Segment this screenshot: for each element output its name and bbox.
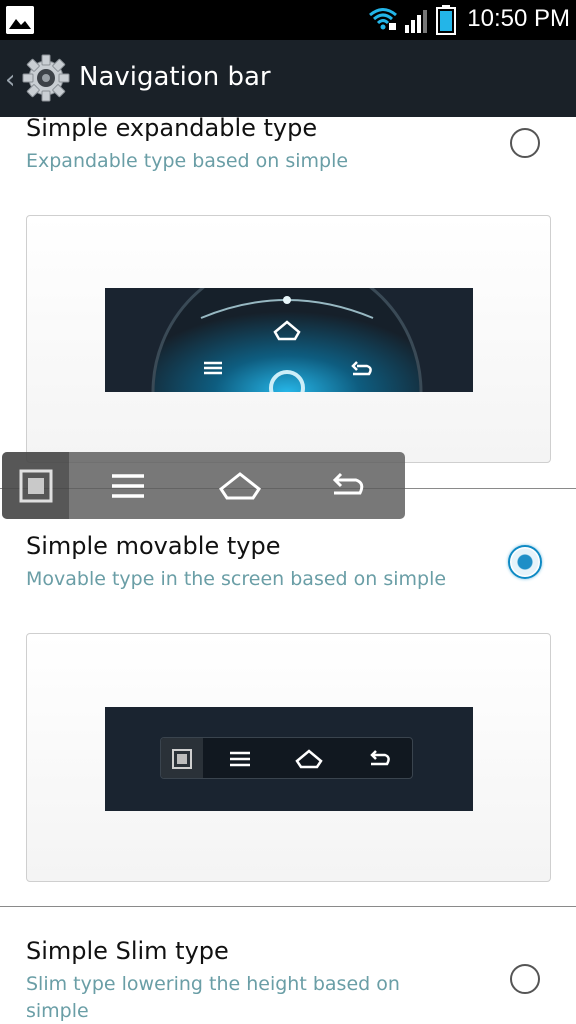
- option-title-slim[interactable]: Simple Slim type: [26, 937, 229, 965]
- option-title-expandable[interactable]: Simple expandable type: [26, 114, 317, 142]
- divider: [0, 906, 576, 907]
- page-title: Navigation bar: [79, 62, 271, 92]
- menu-icon: [223, 738, 257, 778]
- status-time: 10:50 PM: [467, 5, 570, 32]
- option-subtitle-slim: Slim type lowering the height based on s…: [26, 973, 400, 1022]
- option-title-movable[interactable]: Simple movable type: [26, 532, 280, 560]
- recent-apps-icon: [161, 738, 203, 778]
- gallery-notification-icon: [6, 6, 34, 34]
- preview-expandable: [26, 215, 551, 463]
- radio-slim[interactable]: [510, 964, 540, 994]
- wifi-icon: [368, 6, 398, 36]
- battery-icon: [436, 5, 456, 39]
- back-icon[interactable]: [320, 452, 376, 519]
- home-icon: [291, 738, 327, 778]
- option-subtitle-movable: Movable type in the screen based on simp…: [26, 568, 447, 590]
- menu-icon[interactable]: [100, 452, 156, 519]
- option-subtitle-expandable: Expandable type based on simple: [26, 150, 349, 172]
- status-bar: 10:50 PM: [0, 0, 576, 40]
- radio-expandable[interactable]: [510, 128, 540, 158]
- home-icon[interactable]: [210, 452, 270, 519]
- mini-movable-navbar: [160, 737, 413, 779]
- expandable-navbar-illustration: [151, 288, 423, 392]
- expandable-preview-screen: [105, 288, 473, 392]
- radio-movable[interactable]: [508, 545, 542, 579]
- back-icon: [361, 738, 399, 778]
- movable-preview-screen: [105, 707, 473, 811]
- recent-apps-icon[interactable]: [2, 452, 69, 519]
- gear-icon[interactable]: [20, 52, 72, 104]
- floating-navigation-bar[interactable]: [2, 452, 405, 519]
- back-chevron-icon[interactable]: ‹: [5, 65, 15, 95]
- signal-icon: [404, 9, 428, 37]
- preview-movable: [26, 633, 551, 882]
- action-bar: ‹ Navigation bar: [0, 40, 576, 117]
